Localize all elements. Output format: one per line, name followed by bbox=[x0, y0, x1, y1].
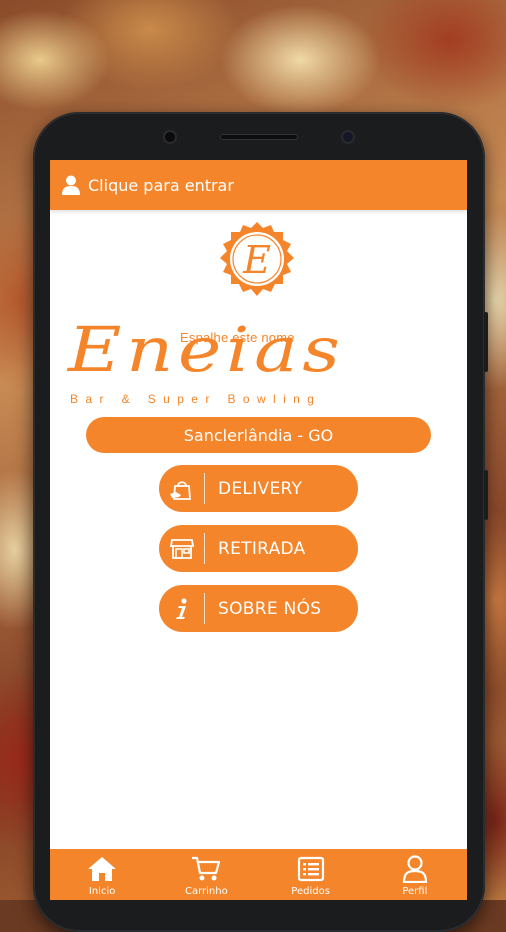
profile-icon bbox=[402, 855, 428, 883]
button-divider bbox=[204, 533, 205, 564]
nav-label-orders: Pedidos bbox=[291, 886, 330, 897]
brand-name: Eneias bbox=[68, 313, 345, 386]
nav-label-cart: Carrinho bbox=[185, 886, 228, 897]
pickup-button[interactable]: RETIRADA bbox=[159, 525, 358, 572]
login-link[interactable]: Clique para entrar bbox=[88, 176, 234, 195]
about-label: SOBRE NÓS bbox=[218, 598, 322, 619]
storefront-icon bbox=[159, 525, 204, 572]
user-icon[interactable] bbox=[62, 175, 80, 195]
home-icon bbox=[87, 855, 117, 883]
brand-emblem: E bbox=[217, 220, 297, 300]
phone-front-camera bbox=[343, 132, 353, 142]
phone-speaker bbox=[220, 134, 298, 140]
button-divider bbox=[204, 593, 205, 624]
phone-side-button bbox=[484, 470, 488, 520]
button-divider bbox=[204, 473, 205, 504]
nav-item-home[interactable]: Inicio bbox=[50, 849, 154, 900]
info-icon bbox=[159, 585, 204, 632]
brand-tagline: Espalhe este nome bbox=[180, 330, 295, 345]
delivery-button[interactable]: DELIVERY bbox=[159, 465, 358, 512]
nav-item-orders[interactable]: Pedidos bbox=[259, 849, 363, 900]
nav-label-home: Inicio bbox=[88, 886, 116, 897]
app-screen: Clique para entrar E Eneias Espalhe este… bbox=[50, 160, 467, 900]
nav-item-cart[interactable]: Carrinho bbox=[154, 849, 258, 900]
top-bar: Clique para entrar bbox=[50, 160, 467, 210]
phone-side-button bbox=[484, 312, 488, 372]
nav-item-profile[interactable]: Perfil bbox=[363, 849, 467, 900]
pickup-label: RETIRADA bbox=[218, 538, 306, 559]
location-selector[interactable]: Sanclerlândia - GO bbox=[86, 417, 431, 453]
phone-sensor bbox=[165, 132, 175, 142]
orders-list-icon bbox=[297, 855, 325, 883]
bottom-navigation: Inicio Carrinho Pedidos Perfil bbox=[50, 849, 467, 900]
nav-label-profile: Perfil bbox=[402, 886, 428, 897]
brand-subtitle: Bar & Super Bowling bbox=[70, 392, 322, 406]
cart-icon bbox=[191, 855, 221, 883]
delivery-bag-icon bbox=[159, 465, 204, 512]
about-button[interactable]: SOBRE NÓS bbox=[159, 585, 358, 632]
brand-logo: Eneias Espalhe este nome Bar & Super Bow… bbox=[50, 298, 467, 413]
emblem-letter: E bbox=[242, 238, 271, 282]
delivery-label: DELIVERY bbox=[218, 478, 303, 499]
